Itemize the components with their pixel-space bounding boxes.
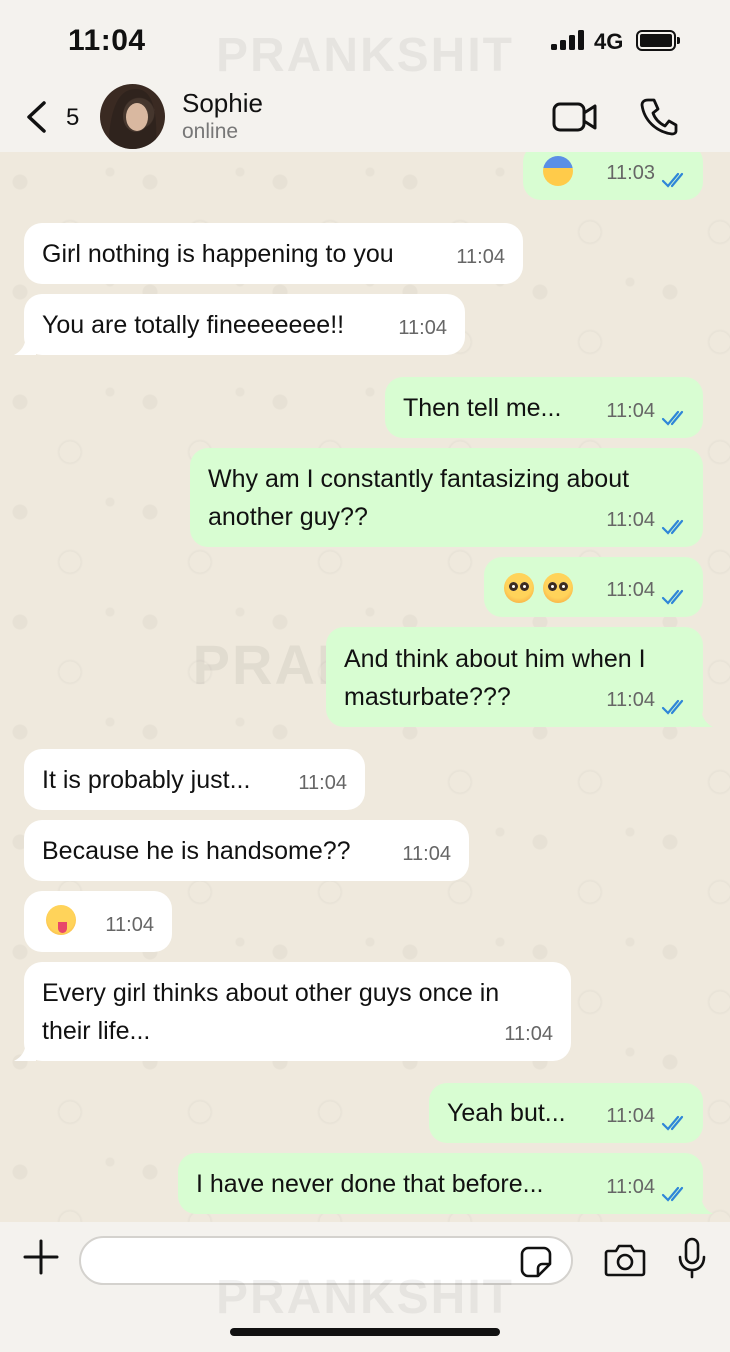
message-time: 11:04 [606, 689, 655, 711]
chat-area[interactable]: PRANKSHIT 11:03 Girl nothing is happenin… [0, 152, 730, 1222]
message-bubble-outgoing[interactable]: 11:03 [523, 152, 703, 200]
read-ticks-icon [661, 1186, 684, 1202]
contact-status: online [182, 120, 239, 143]
home-indicator[interactable] [230, 1328, 500, 1336]
message-time: 11:04 [105, 914, 154, 936]
message-text-line-2: their life... [42, 1017, 151, 1045]
avatar[interactable] [100, 84, 165, 149]
message-bubble-incoming[interactable]: Every girl thinks about other guys once … [14, 962, 571, 1061]
flushed-face-icon [543, 573, 573, 603]
message-time: 11:04 [606, 579, 655, 601]
read-ticks-icon [661, 1115, 684, 1131]
message-time: 11:04 [606, 1105, 655, 1127]
fear-emoji-icon [543, 156, 573, 186]
sticker-icon[interactable] [520, 1246, 552, 1278]
message-text: You are totally fineeeeeee!! [42, 311, 345, 339]
unread-count: 5 [66, 104, 80, 131]
phone-icon[interactable] [640, 96, 678, 136]
message-time: 11:04 [606, 509, 655, 531]
message-bubble-incoming[interactable]: It is probably just... 11:04 [24, 749, 365, 810]
network-type: 4G [594, 29, 624, 54]
zany-face-icon [46, 905, 76, 935]
bubble-tail [691, 1196, 713, 1214]
contact-name[interactable]: Sophie [182, 88, 263, 119]
status-bar: 11:04 4G [0, 0, 730, 82]
microphone-icon[interactable] [678, 1237, 706, 1279]
read-ticks-icon [661, 589, 684, 605]
message-bubble-outgoing[interactable]: Yeah but... 11:04 [429, 1083, 703, 1143]
message-text-line-1: Every girl thinks about other guys once … [42, 979, 500, 1007]
bubble-tail [691, 709, 713, 727]
message-text: Girl nothing is happening to you [42, 240, 394, 268]
input-bar: PRANKSHIT [0, 1222, 730, 1352]
read-ticks-icon [661, 699, 684, 715]
message-time: 11:04 [402, 843, 451, 865]
bubble-tail [14, 337, 36, 355]
message-time: 11:04 [398, 317, 447, 339]
message-bubble-incoming[interactable]: 11:04 [24, 891, 172, 952]
message-bubble-outgoing[interactable]: And think about him when I masturbate???… [326, 627, 713, 727]
back-button[interactable]: 5 [24, 98, 94, 138]
signal-bars-icon [551, 30, 585, 50]
message-time: 11:04 [606, 1176, 655, 1198]
message-bubble-outgoing[interactable]: Why am I constantly fantasizing about an… [190, 448, 703, 547]
bubble-tail [14, 1043, 36, 1061]
message-bubble-outgoing[interactable]: 11:04 [484, 557, 703, 617]
message-text-line-1: And think about him when I [344, 645, 646, 673]
message-time: 11:04 [456, 246, 505, 268]
read-ticks-icon [661, 172, 684, 188]
status-time: 11:04 [68, 24, 146, 57]
message-time: 11:03 [606, 162, 655, 184]
message-bubble-incoming[interactable]: You are totally fineeeeeee!! 11:04 [14, 294, 465, 355]
battery-icon [636, 30, 680, 51]
read-ticks-icon [661, 410, 684, 426]
camera-icon[interactable] [604, 1242, 646, 1278]
message-bubble-incoming[interactable]: Because he is handsome?? 11:04 [24, 820, 469, 881]
message-time: 11:04 [298, 772, 347, 794]
flushed-face-icon [504, 573, 534, 603]
message-time: 11:04 [606, 400, 655, 422]
plus-icon[interactable] [22, 1238, 60, 1276]
message-text-line-1: Why am I constantly fantasizing about [208, 465, 630, 493]
chat-header: 5 Sophie online [0, 82, 730, 152]
back-chevron-icon [27, 101, 46, 133]
message-bubble-outgoing[interactable]: Then tell me... 11:04 [385, 377, 703, 438]
message-text: Because he is handsome?? [42, 837, 351, 865]
message-bubble-outgoing[interactable]: I have never done that before... 11:04 [178, 1153, 713, 1214]
message-input[interactable] [79, 1236, 573, 1285]
message-bubble-incoming[interactable]: Girl nothing is happening to you 11:04 [24, 223, 523, 284]
video-camera-icon[interactable] [552, 96, 598, 136]
read-ticks-icon [661, 519, 684, 535]
message-time: 11:04 [504, 1023, 553, 1045]
